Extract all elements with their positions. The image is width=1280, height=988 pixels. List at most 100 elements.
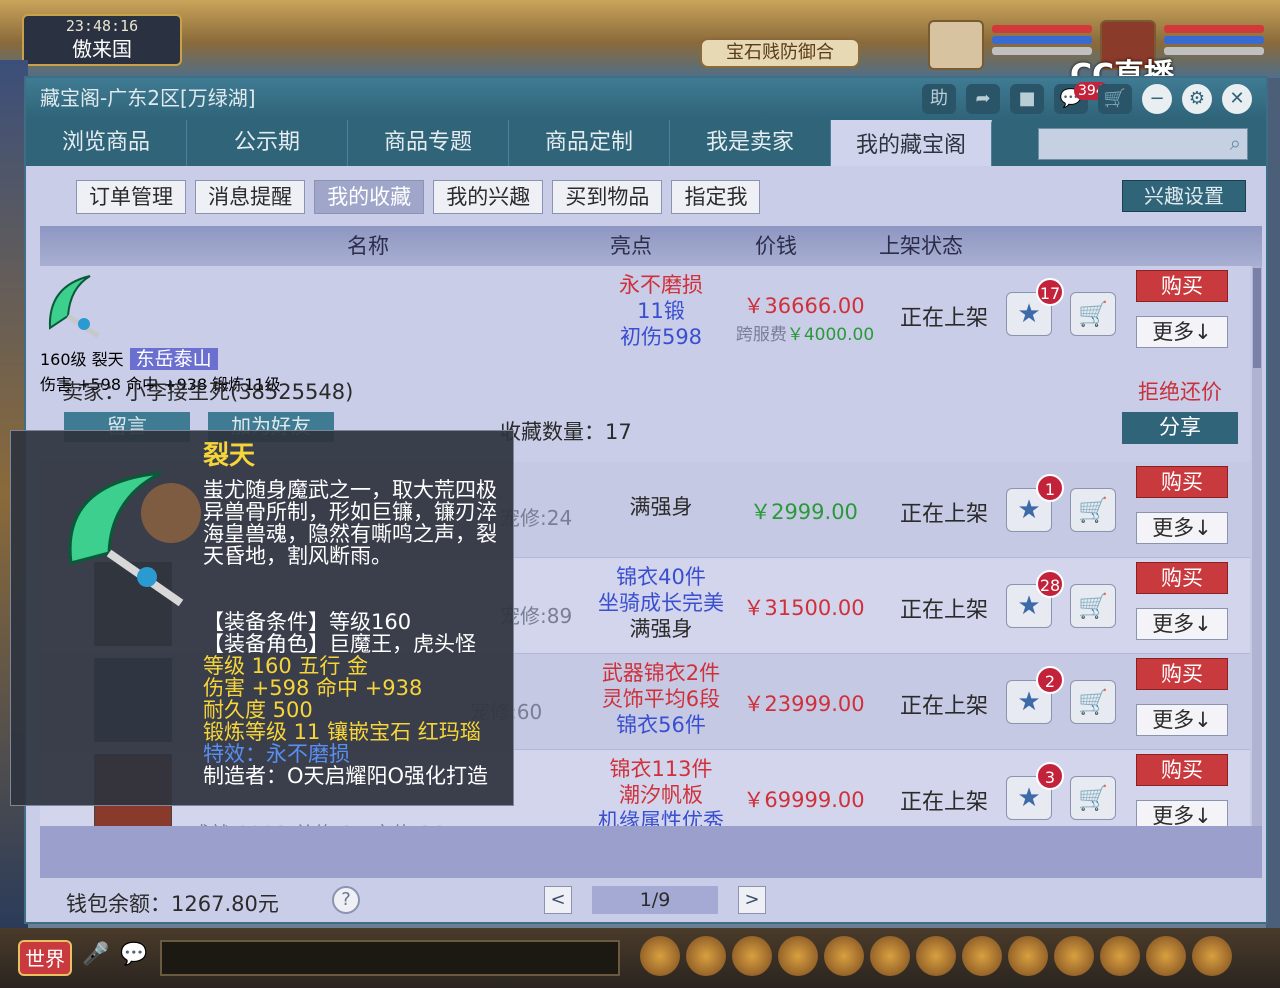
skill-slot-icon[interactable]	[1192, 936, 1232, 976]
cross-server-fee: 跨服费￥4000.00	[735, 325, 875, 345]
scythe-weapon-icon	[51, 453, 201, 613]
next-page-button[interactable]: >	[738, 886, 766, 914]
buy-button[interactable]: 购买	[1136, 466, 1228, 498]
listing-status: 正在上架	[900, 502, 989, 527]
world-channel-button[interactable]: 世界	[18, 940, 72, 976]
skill-slot-icon[interactable]	[916, 936, 956, 976]
item-highlights: 永不磨损 11锻 初伤598	[619, 273, 703, 349]
titlebar-icons: 助 ➦ ■ 💬 394 🛒 − ⚙ ✕	[922, 82, 1252, 114]
settings-gear-icon[interactable]: ⚙	[1182, 84, 1212, 114]
tab-announcement[interactable]: 公示期	[187, 120, 348, 166]
help-question-icon[interactable]: ?	[332, 886, 360, 914]
assigned-to-me-button[interactable]: 指定我	[671, 180, 761, 214]
wallet-balance: 钱包余额：1267.80元	[66, 892, 279, 916]
skill-slot-icon[interactable]	[962, 936, 1002, 976]
main-nav: 浏览商品 公示期 商品专题 商品定制 我是卖家 我的藏宝阁 ⌕	[26, 120, 1266, 166]
tab-topics[interactable]: 商品专题	[348, 120, 509, 166]
tooltip-req-level: 【装备条件】等级160	[203, 610, 412, 634]
page-indicator: 1/9	[592, 886, 718, 914]
skill-slot-icon[interactable]	[686, 936, 726, 976]
more-button[interactable]: 更多↓	[1136, 704, 1228, 736]
emote-icon[interactable]: 💬	[120, 942, 147, 967]
listing-status: 正在上架	[900, 790, 989, 815]
messages-button[interactable]: 消息提醒	[195, 180, 306, 214]
add-to-cart-icon[interactable]: 🛒	[1070, 292, 1116, 336]
buy-button[interactable]: 购买	[1136, 270, 1228, 302]
listing-status: 正在上架	[900, 598, 989, 623]
seller-info: 卖家：小李接生死(38525548)	[62, 380, 354, 404]
prev-page-button[interactable]: <	[544, 886, 572, 914]
table-scrollbar[interactable]	[1252, 266, 1262, 826]
game-clock: 23:48:16 傲来国	[22, 14, 182, 66]
pet-avatar[interactable]	[928, 20, 984, 70]
buff-label: 宝石贱防御合	[700, 38, 860, 68]
share-arrow-icon[interactable]: ➦	[966, 84, 1000, 114]
interest-settings-button[interactable]: 兴趣设置	[1122, 180, 1246, 212]
item-highlights: 武器锦衣2件 灵饰平均6段 锦衣56件	[601, 661, 721, 737]
listing-status: 正在上架	[900, 306, 989, 331]
tooltip-level-line: 等级 160 五行 金	[203, 654, 369, 678]
game-chat-bar: 世界 🎤 💬	[0, 928, 1280, 988]
footer-bar: 钱包余额：1267.80元 ? < 1/9 >	[26, 878, 1266, 922]
skill-slot-icon[interactable]	[732, 936, 772, 976]
interests-button[interactable]: 我的兴趣	[433, 180, 544, 214]
more-button[interactable]: 更多↓	[1136, 316, 1228, 348]
item-price: ￥36666.00	[743, 294, 865, 318]
tab-seller[interactable]: 我是卖家	[670, 120, 831, 166]
col-status: 上架状态	[879, 234, 963, 258]
favorite-count-label: 收藏数量：17	[500, 420, 632, 444]
skill-slot-icon[interactable]	[1054, 936, 1094, 976]
stop-icon[interactable]: ■	[1010, 84, 1044, 114]
add-to-cart-icon[interactable]: 🛒	[1070, 488, 1116, 532]
skill-slot-icon[interactable]	[1008, 936, 1048, 976]
orders-button[interactable]: 订单管理	[76, 180, 186, 214]
microphone-icon[interactable]: 🎤	[82, 942, 109, 967]
share-button[interactable]: 分享	[1122, 412, 1238, 444]
item-highlights: 满强身	[629, 495, 693, 519]
tooltip-damage-line: 伤害 +598 命中 +938	[203, 676, 423, 700]
server-tag: 东岳泰山	[129, 348, 218, 370]
search-input[interactable]: ⌕	[1038, 128, 1248, 160]
player-status-bars	[1164, 22, 1264, 66]
cart-icon[interactable]: 🛒	[1098, 84, 1132, 114]
skill-slot-icon[interactable]	[1100, 936, 1140, 976]
chat-input[interactable]	[160, 940, 620, 976]
skill-slot-icon[interactable]	[824, 936, 864, 976]
add-to-cart-icon[interactable]: 🛒	[1070, 584, 1116, 628]
purchased-button[interactable]: 买到物品	[552, 180, 663, 214]
buy-button[interactable]: 购买	[1136, 658, 1228, 690]
chat-bubble-icon[interactable]: 💬 394	[1054, 82, 1109, 114]
item-price: ￥2999.00	[750, 500, 858, 524]
close-icon[interactable]: ✕	[1222, 84, 1252, 114]
buy-button[interactable]: 购买	[1136, 754, 1228, 786]
skill-bar	[640, 936, 1270, 980]
item-highlights: 锦衣40件 坐骑成长完美 满强身	[598, 565, 724, 641]
tooltip-description: 蚩尤随身魔武之一，取大荒四极异兽骨所制，形如巨镰，镰刃淬海皇兽魂，隐然有嘶鸣之声…	[203, 478, 497, 568]
item-highlights: 锦衣113件 潮汐帆板 机缘属性优秀	[598, 757, 724, 833]
tab-browse[interactable]: 浏览商品	[26, 120, 187, 166]
skill-slot-icon[interactable]	[870, 936, 910, 976]
skill-slot-icon[interactable]	[778, 936, 818, 976]
favorites-button[interactable]: 我的收藏	[314, 180, 425, 214]
buy-button[interactable]: 购买	[1136, 562, 1228, 594]
help-icon[interactable]: 助	[922, 84, 956, 114]
item-price: ￥69999.00	[743, 788, 865, 812]
more-button[interactable]: 更多↓	[1136, 608, 1228, 640]
table-bottom-fill	[40, 826, 1262, 878]
favorite-count-badge: 17	[1036, 278, 1064, 306]
tooltip-stats: 【装备条件】等级160 【装备角色】巨魔王，虎头怪 等级 160 五行 金 伤害…	[203, 611, 509, 787]
skill-slot-icon[interactable]	[640, 936, 680, 976]
tab-my-pavilion[interactable]: 我的藏宝阁	[831, 120, 992, 166]
tooltip-req-role: 【装备角色】巨魔王，虎头怪	[203, 632, 476, 656]
more-button[interactable]: 更多↓	[1136, 512, 1228, 544]
tooltip-durability: 耐久度 500	[203, 698, 313, 722]
add-to-cart-icon[interactable]: 🛒	[1070, 680, 1116, 724]
scrollbar-thumb[interactable]	[1253, 268, 1261, 368]
game-right-sidebar	[1266, 78, 1280, 928]
add-to-cart-icon[interactable]: 🛒	[1070, 776, 1116, 820]
minimize-icon[interactable]: −	[1142, 84, 1172, 114]
favorite-count-badge: 3	[1036, 762, 1064, 790]
tab-custom[interactable]: 商品定制	[509, 120, 670, 166]
search-icon[interactable]: ⌕	[1230, 131, 1241, 155]
skill-slot-icon[interactable]	[1146, 936, 1186, 976]
